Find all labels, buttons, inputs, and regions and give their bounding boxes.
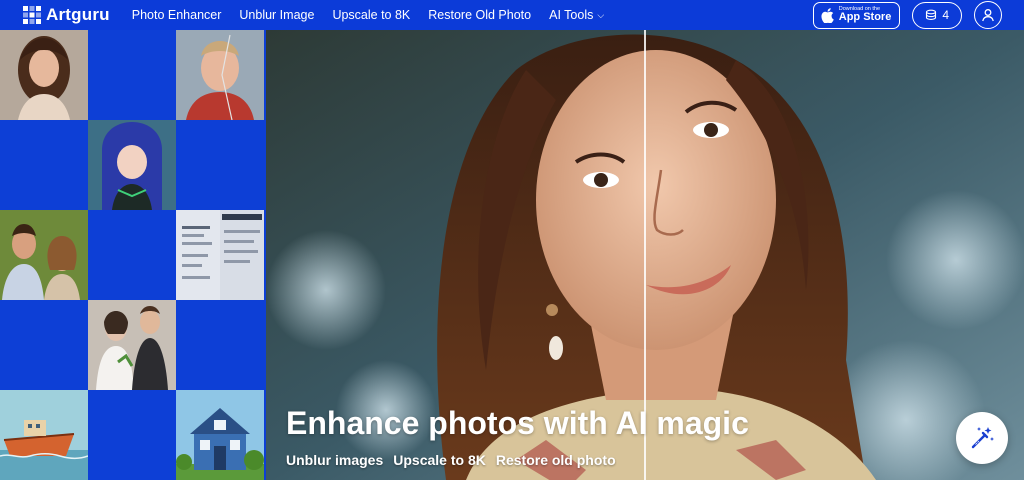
hero-link-restore[interactable]: Restore old photo [496, 452, 616, 468]
user-icon [982, 9, 994, 22]
nav-photo-enhancer[interactable]: Photo Enhancer [132, 8, 222, 22]
sample-image-grid [0, 30, 266, 480]
couple-photo-image [0, 210, 88, 300]
nav-restore-old-photo[interactable]: Restore Old Photo [428, 8, 531, 22]
sample-anime-girl[interactable] [88, 120, 176, 210]
sample-couple-photo[interactable] [0, 210, 88, 300]
logo[interactable]: Artguru [22, 5, 110, 25]
credits-button[interactable]: 4 [912, 1, 962, 29]
logo-text: Artguru [46, 5, 110, 24]
blue-house-image [176, 390, 264, 480]
sample-product-brochure[interactable] [176, 210, 264, 300]
hero-link-upscale[interactable]: Upscale to 8K [393, 452, 486, 468]
nav-ai-tools-label: AI Tools [549, 8, 594, 22]
nav-ai-tools[interactable]: AI Tools ⌵ [549, 8, 604, 22]
nav-unblur-image[interactable]: Unblur Image [239, 8, 314, 22]
magic-wand-icon [971, 427, 994, 449]
user-account-button[interactable] [974, 1, 1002, 29]
chevron-down-icon: ⌵ [597, 10, 605, 21]
app-store-big-text: App Store [838, 11, 892, 24]
sample-old-photo-boy[interactable] [176, 30, 264, 120]
anime-girl-image [88, 120, 176, 210]
hero-link-unblur[interactable]: Unblur images [286, 452, 383, 468]
coins-icon [926, 9, 937, 20]
hero-headline: Enhance photos with AI magic [286, 405, 749, 441]
top-navbar: Artguru Photo Enhancer Unblur Image Upsc… [0, 0, 1024, 30]
credits-count: 4 [942, 8, 949, 22]
magic-wand-button[interactable] [956, 412, 1008, 464]
hero-banner: Enhance photos with AI magic Unblur imag… [266, 30, 1024, 480]
portrait-woman-image [0, 30, 88, 120]
boat-illustration-image [0, 390, 88, 480]
artguru-logo-icon [23, 6, 41, 24]
sample-portrait-woman[interactable] [0, 30, 88, 120]
nav-upscale-8k[interactable]: Upscale to 8K [332, 8, 410, 22]
app-store-button[interactable]: Download on the App Store [812, 1, 901, 29]
sample-wedding-photo[interactable] [88, 300, 176, 390]
sample-blue-house[interactable] [176, 390, 264, 480]
wedding-photo-image [88, 300, 176, 390]
product-brochure-image [176, 210, 264, 300]
hero-links: Unblur images Upscale to 8K Restore old … [286, 452, 616, 468]
sample-boat-illustration[interactable] [0, 390, 88, 480]
old-photo-boy-image [176, 30, 264, 120]
apple-icon [821, 7, 834, 23]
